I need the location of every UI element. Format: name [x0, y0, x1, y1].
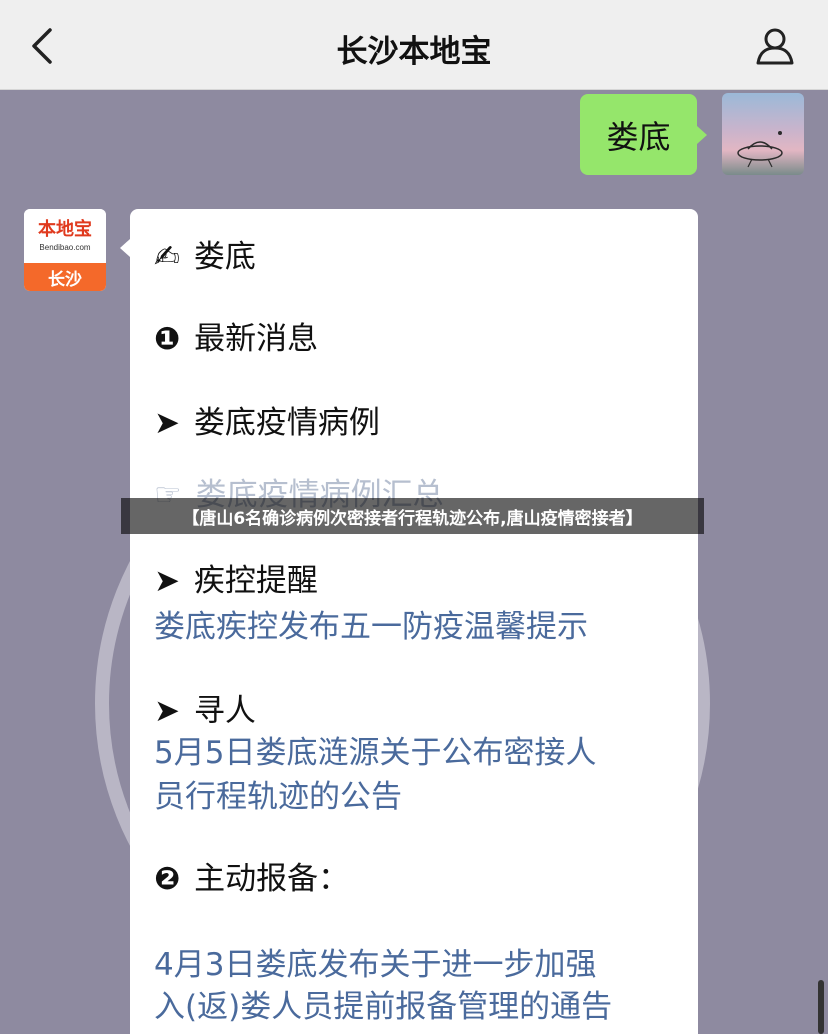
- item-cdc-reminder: ➤ 疾控提醒: [154, 555, 318, 600]
- section-latest-news: ❶ 最新消息: [154, 313, 318, 358]
- logo-main-text: 本地宝: [38, 219, 92, 240]
- link-report-notice-line2[interactable]: 入(返)娄人员提前报备管理的通告: [154, 981, 612, 1026]
- person-icon: [756, 28, 794, 65]
- headline-banner: 【唐山6名确诊病例次密接者行程轨迹公布,唐山疫情密接者】: [121, 498, 704, 534]
- section-self-report: ❷ 主动报备：: [154, 853, 349, 898]
- link-cdc-tips[interactable]: 娄底疾控发布五一防疫温馨提示: [154, 601, 588, 646]
- item-cases-heading-text: 娄底疫情病例: [193, 405, 380, 441]
- number-two-icon: ❷: [154, 861, 181, 897]
- arrow-icon: ➤: [154, 693, 180, 729]
- item-search-people-text: 寻人: [193, 693, 256, 729]
- section-latest-news-label: 最新消息: [194, 321, 319, 357]
- section-self-report-label: 主动报备：: [194, 861, 350, 897]
- logo-url-text: Bendibao.com: [39, 243, 91, 252]
- message-title-text: 娄底: [193, 239, 256, 275]
- profile-button[interactable]: [752, 24, 798, 68]
- link-report-notice-line1[interactable]: 4月3日娄底发布关于进一步加强: [154, 939, 596, 984]
- logo-city-text: 长沙: [24, 263, 106, 291]
- writing-hand-icon: ✍: [154, 239, 180, 275]
- number-one-icon: ❶: [154, 321, 181, 357]
- scrollbar[interactable]: [818, 980, 824, 1034]
- bot-avatar[interactable]: 本地宝 Bendibao.com 长沙: [24, 209, 106, 291]
- arrow-icon: ➤: [154, 563, 180, 599]
- item-search-people: ➤ 寻人: [154, 685, 256, 730]
- item-cases-heading: ➤ 娄底疫情病例: [154, 397, 380, 442]
- message-title: ✍ 娄底: [154, 231, 256, 276]
- ufo-doodle-icon: [737, 131, 783, 168]
- logo: 本地宝 Bendibao.com: [24, 209, 106, 263]
- page-title: 长沙本地宝: [336, 34, 492, 70]
- outgoing-message[interactable]: 娄底: [580, 94, 707, 175]
- item-cdc-reminder-text: 疾控提醒: [193, 563, 318, 599]
- user-avatar[interactable]: [722, 93, 804, 175]
- arrow-icon: ➤: [154, 405, 180, 441]
- chat-area[interactable]: 娄底 本地宝 Bendibao.com 长沙 ✍ 娄底 ❶ 最新消息 ➤ 娄底疫…: [0, 91, 828, 1034]
- link-contact-trace-line1[interactable]: 5月5日娄底涟源关于公布密接人: [154, 727, 596, 772]
- nav-bar: 长沙本地宝: [0, 0, 828, 90]
- incoming-message: ✍ 娄底 ❶ 最新消息 ➤ 娄底疫情病例 ☞ 娄底疫情病例汇总 ➤ 疾控提醒 娄…: [120, 209, 698, 1034]
- link-contact-trace-line2[interactable]: 员行程轨迹的公告: [154, 771, 402, 816]
